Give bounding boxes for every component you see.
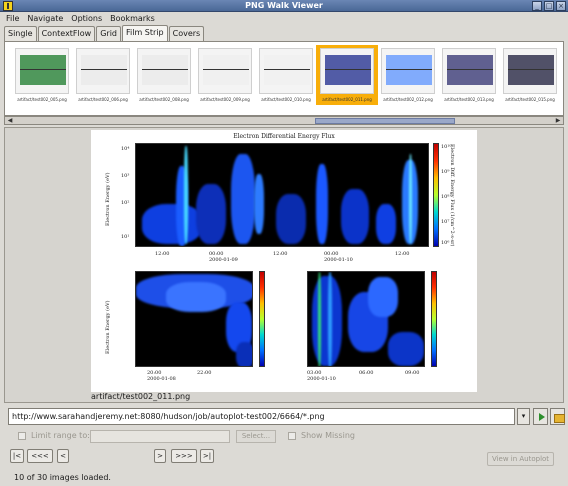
top-spectrogram: [135, 143, 429, 247]
current-filename: artifact/test002_011.png: [91, 392, 191, 401]
url-row: http://www.sarahandjeremy.net:8080/hudso…: [8, 408, 565, 425]
scrollbar-thumb[interactable]: [315, 118, 455, 124]
top-ytick: 10¹: [121, 234, 130, 240]
scroll-left-icon[interactable]: ◀: [6, 117, 14, 124]
thumbnail-caption: artifact/test002_012.png: [383, 97, 433, 102]
title-bar: PNG Walk Viewer _ □ ×: [0, 0, 568, 12]
menu-navigate[interactable]: Navigate: [23, 12, 67, 25]
top-colorbar: [433, 143, 439, 247]
bottom-right-colorbar: [431, 271, 437, 367]
top-xtick: 12:00: [273, 251, 288, 257]
top-xtick: 00:00 2000-01-09: [209, 251, 238, 263]
limit-range-label: Limit range to:: [31, 431, 90, 440]
previous-page-button[interactable]: <<<: [27, 449, 53, 463]
thumbnail-caption: artifact/test002_013.png: [444, 97, 494, 102]
menu-file[interactable]: File: [2, 12, 23, 25]
top-cbar-label: Electron Diff. Energy Flux (1/cm^2-s-sr): [449, 144, 455, 247]
thumbnail-caption: artifact/test002_008.png: [139, 97, 189, 102]
bottom-right-xtick: 06:00: [359, 370, 374, 376]
window-title: PNG Walk Viewer: [245, 1, 323, 10]
bottom-right-xtick: 09:00: [405, 370, 420, 376]
view-in-autoplot-button[interactable]: View in Autoplot: [487, 452, 554, 466]
minimize-button[interactable]: _: [532, 1, 542, 11]
last-button[interactable]: >|: [200, 449, 214, 463]
range-field[interactable]: [90, 430, 230, 443]
first-button[interactable]: |<: [10, 449, 24, 463]
thumbnail-caption: artifact/test002_010.png: [261, 97, 311, 102]
menu-options[interactable]: Options: [67, 12, 106, 25]
thumbnail[interactable]: artifact/test002_015.png: [499, 45, 561, 105]
top-ytick: 10²: [121, 200, 130, 206]
thumbnail[interactable]: artifact/test002_011.png: [316, 45, 378, 105]
previous-button[interactable]: <: [57, 449, 69, 463]
thumbnail-image: [381, 48, 435, 94]
bottom-left-ylabel: Electron Energy (eV): [105, 300, 111, 354]
tab-covers[interactable]: Covers: [168, 26, 205, 41]
image-viewer: Electron Differential Energy Flux Electr…: [4, 127, 564, 403]
options-row: Limit range to: Select... Show Missing: [18, 430, 355, 443]
tab-contextflow[interactable]: ContextFlow: [37, 26, 96, 41]
thumbnail-image: [259, 48, 313, 94]
bottom-left-colorbar: [259, 271, 265, 367]
show-missing-label: Show Missing: [301, 431, 355, 440]
film-strip: artifact/test002_005.png artifact/test002…: [4, 41, 564, 116]
thumbnail-image: [76, 48, 130, 94]
maximize-button[interactable]: □: [544, 1, 554, 11]
menu-bar: File Navigate Options Bookmarks: [0, 12, 568, 25]
view-tabs: Single ContextFlow Grid Film Strip Cover…: [4, 25, 205, 41]
thumbnail-image: [15, 48, 69, 94]
url-dropdown-button[interactable]: ▾: [517, 408, 530, 425]
menu-bookmarks[interactable]: Bookmarks: [106, 12, 159, 25]
top-ylabel: Electron Energy (eV): [105, 172, 111, 226]
top-xtick: 12:00: [155, 251, 170, 257]
tab-single[interactable]: Single: [4, 26, 37, 41]
thumbnail[interactable]: artifact/test002_013.png: [438, 45, 500, 105]
bottom-right-xtick: 03:00 2000-01-10: [307, 370, 336, 382]
thumbnail-image: [137, 48, 191, 94]
folder-icon[interactable]: [550, 408, 565, 425]
thumbnail[interactable]: artifact/test002_010.png: [255, 45, 317, 105]
bottom-left-xtick: 22:00: [197, 370, 212, 376]
thumbnail-image: [442, 48, 496, 94]
tab-grid[interactable]: Grid: [96, 26, 121, 41]
bottom-right-spectrogram: [307, 271, 425, 367]
top-ytick: 10³: [121, 173, 130, 179]
thumbnail-caption: artifact/test002_015.png: [505, 97, 555, 102]
thumbnail[interactable]: artifact/test002_005.png: [11, 45, 73, 105]
thumbnail-caption: artifact/test002_009.png: [200, 97, 250, 102]
top-xtick: 00:00 2000-01-10: [324, 251, 353, 263]
film-strip-scrollbar[interactable]: ◀ ▶: [4, 116, 564, 125]
plot-title: Electron Differential Energy Flux: [233, 133, 335, 140]
close-button[interactable]: ×: [556, 1, 566, 11]
top-xtick: 12:00: [395, 251, 410, 257]
thumbnail-image: [503, 48, 557, 94]
go-icon[interactable]: [533, 408, 548, 425]
plot-image: Electron Differential Energy Flux Electr…: [91, 130, 477, 392]
bottom-left-spectrogram: [135, 271, 253, 367]
thumbnail-caption: artifact/test002_011.png: [322, 97, 372, 102]
top-ytick: 10⁴: [121, 146, 130, 152]
thumbnail-image: [320, 48, 374, 94]
bottom-left-xtick: 20:00 2000-01-08: [147, 370, 176, 382]
next-page-button[interactable]: >>>: [171, 449, 197, 463]
select-button[interactable]: Select...: [236, 430, 276, 443]
scroll-right-icon[interactable]: ▶: [554, 117, 562, 124]
limit-range-checkbox[interactable]: [18, 432, 26, 440]
show-missing-checkbox[interactable]: [288, 432, 296, 440]
thumbnail-caption: artifact/test002_006.png: [78, 97, 128, 102]
thumbnail[interactable]: artifact/test002_012.png: [377, 45, 439, 105]
next-button[interactable]: >: [154, 449, 166, 463]
thumbnail[interactable]: artifact/test002_009.png: [194, 45, 256, 105]
thumbnail[interactable]: artifact/test002_006.png: [72, 45, 134, 105]
tab-film-strip[interactable]: Film Strip: [122, 25, 168, 41]
status-message: 10 of 30 images loaded.: [14, 473, 111, 482]
thumbnail-image: [198, 48, 252, 94]
thumbnail-caption: artifact/test002_005.png: [17, 97, 67, 102]
url-field[interactable]: http://www.sarahandjeremy.net:8080/hudso…: [8, 408, 515, 425]
thumbnail[interactable]: artifact/test002_008.png: [133, 45, 195, 105]
